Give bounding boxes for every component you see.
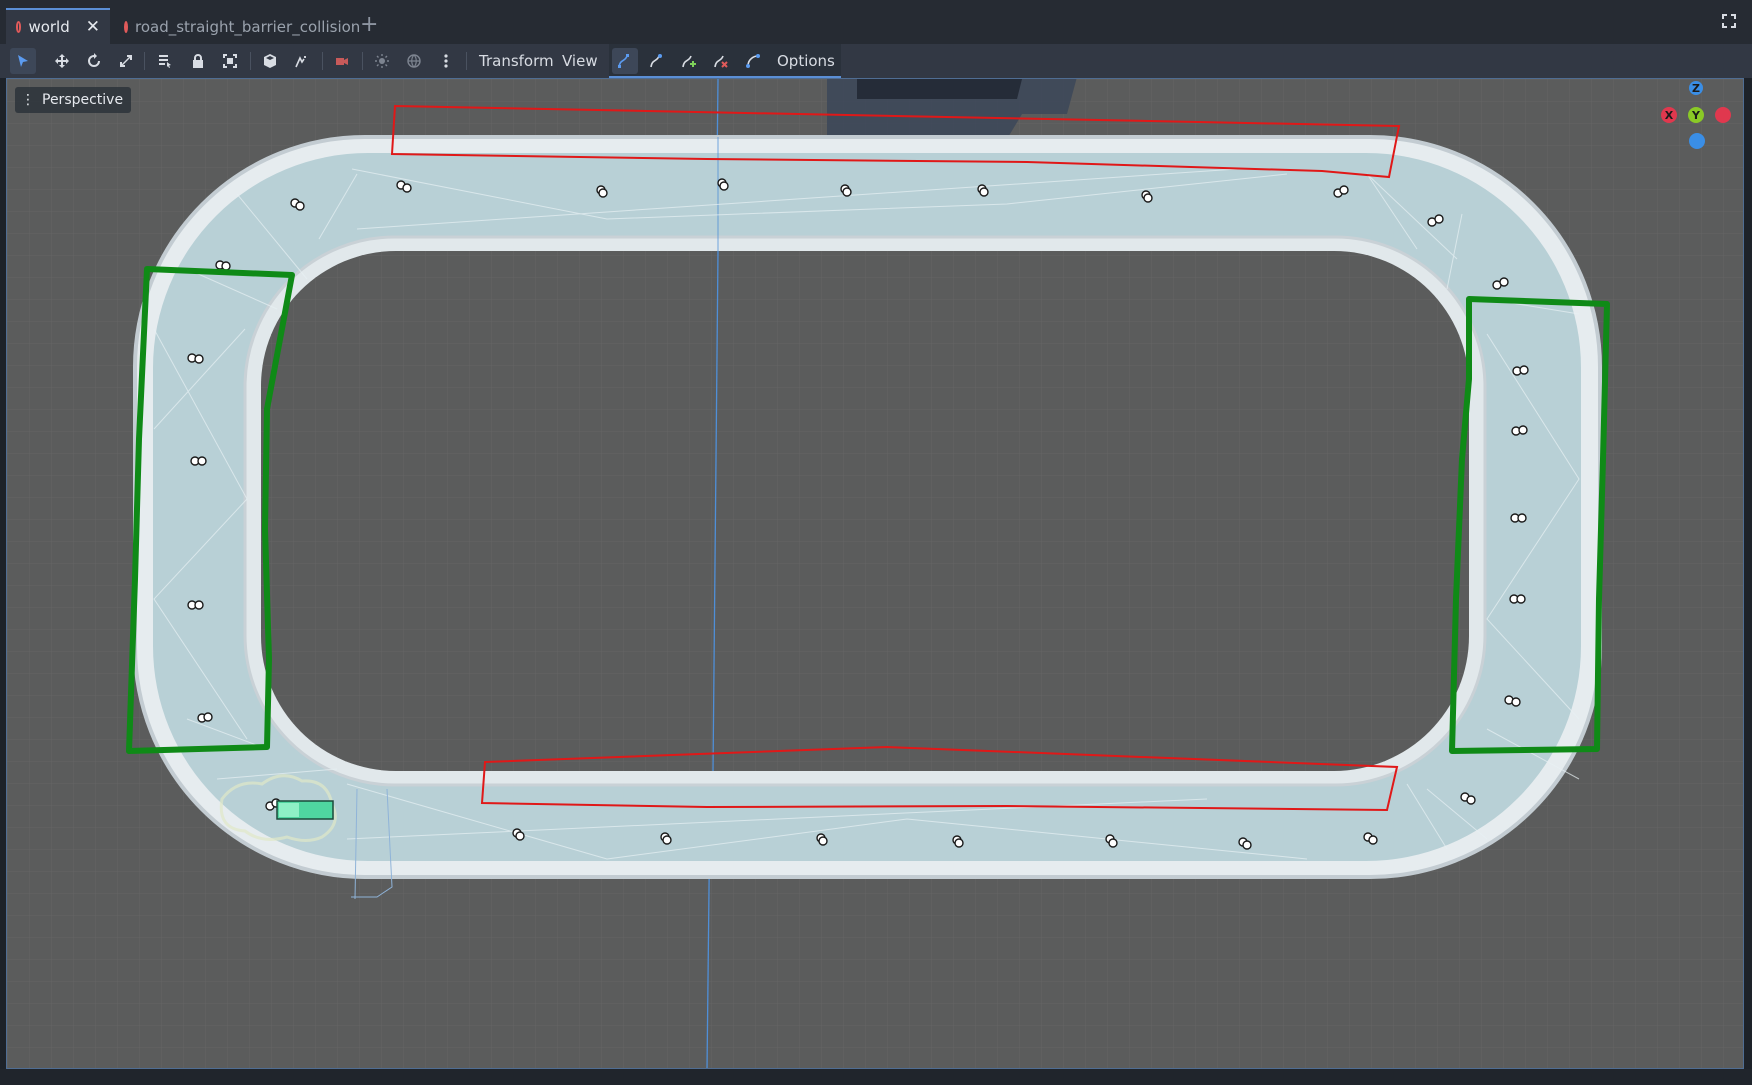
path-tools-group: Options xyxy=(609,44,841,78)
kebab-menu-icon: ⋮ xyxy=(21,92,35,108)
axis-y-ball[interactable]: Y xyxy=(1688,107,1704,123)
axis-y-label: Y xyxy=(1692,108,1700,122)
infield-grid xyxy=(261,251,1469,771)
scale-icon[interactable] xyxy=(113,48,139,74)
curve-close-icon[interactable] xyxy=(740,48,766,74)
bottom-bar xyxy=(0,1069,1752,1085)
sun-icon[interactable] xyxy=(369,48,395,74)
scene-icon xyxy=(16,21,22,33)
shadow-block xyxy=(857,79,1022,99)
preview-camera-icon[interactable] xyxy=(329,48,355,74)
tab-bar: world ✕ road_straight_barrier_collision … xyxy=(0,0,1752,44)
axis-neg-z-ball[interactable] xyxy=(1689,133,1705,149)
curve-delete-point-icon[interactable] xyxy=(708,48,734,74)
snap-icon[interactable] xyxy=(289,48,315,74)
lock-icon[interactable] xyxy=(185,48,211,74)
axis-x-ball[interactable]: X xyxy=(1661,107,1677,123)
axis-z-label: Z xyxy=(1692,81,1700,95)
transform-menu[interactable]: Transform xyxy=(479,52,554,70)
use-local-space-icon[interactable] xyxy=(257,48,283,74)
rotate-icon[interactable] xyxy=(81,48,107,74)
tab-world[interactable]: world ✕ xyxy=(6,8,110,44)
tab-road-straight-barrier-collision[interactable]: road_straight_barrier_collision xyxy=(114,10,360,44)
curve-create-icon[interactable] xyxy=(644,48,670,74)
separator xyxy=(362,52,363,70)
more-icon[interactable] xyxy=(433,48,459,74)
list-select-icon[interactable] xyxy=(152,48,178,74)
axis-x-label: X xyxy=(1664,108,1674,122)
perspective-label: Perspective xyxy=(42,92,124,108)
axis-neg-x-ball[interactable] xyxy=(1715,107,1731,123)
plus-icon[interactable]: + xyxy=(360,12,378,37)
close-icon[interactable]: ✕ xyxy=(86,17,100,37)
3d-viewport[interactable]: ⋮ Perspective Z X Y xyxy=(6,78,1744,1069)
view-menu[interactable]: View xyxy=(562,52,598,70)
separator xyxy=(466,52,467,70)
select-icon[interactable] xyxy=(10,48,36,74)
group-icon[interactable] xyxy=(217,48,243,74)
axis-z-ball[interactable]: Z xyxy=(1689,81,1703,95)
orientation-gizmo[interactable]: Z X Y xyxy=(1653,79,1739,157)
curve-add-point-icon[interactable] xyxy=(676,48,702,74)
environment-icon[interactable] xyxy=(401,48,427,74)
tab-label: world xyxy=(28,18,70,36)
move-icon[interactable] xyxy=(49,48,75,74)
perspective-menu-button[interactable]: ⋮ Perspective xyxy=(15,87,132,113)
scene-icon xyxy=(124,21,128,33)
separator xyxy=(322,52,323,70)
tab-label: road_straight_barrier_collision xyxy=(135,18,361,36)
options-menu[interactable]: Options xyxy=(777,52,835,70)
scene-view[interactable] xyxy=(7,79,1744,1069)
toolbar: Transform View xyxy=(0,44,1752,78)
fullscreen-icon[interactable] xyxy=(1722,14,1736,28)
separator xyxy=(250,52,251,70)
curve-select-icon[interactable] xyxy=(612,48,638,74)
separator xyxy=(144,52,145,70)
